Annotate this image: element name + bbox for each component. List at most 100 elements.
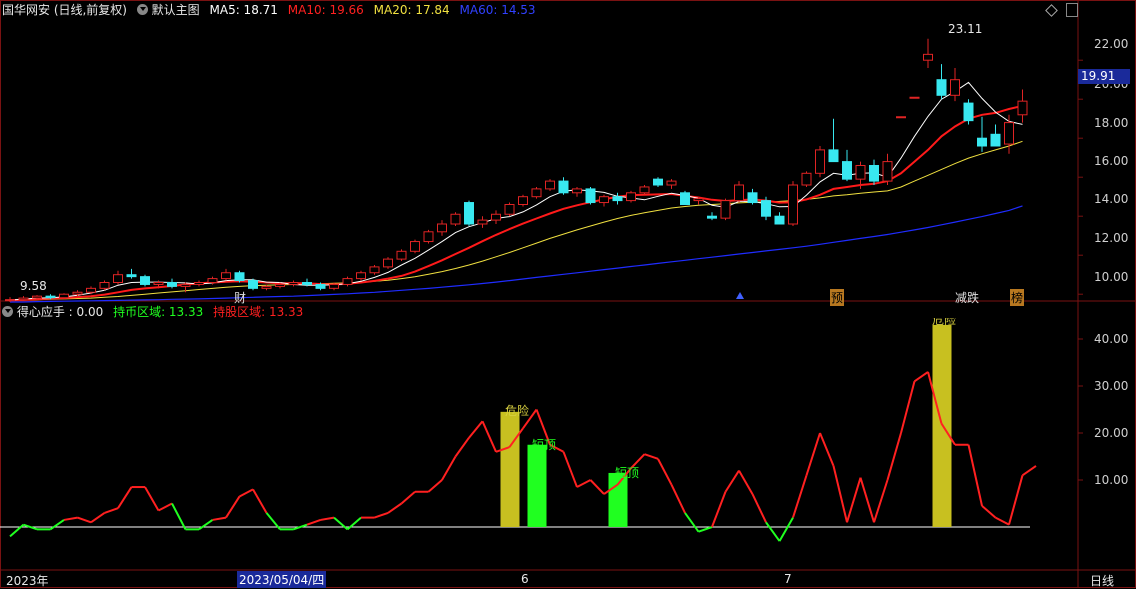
indicator-line-segment: [832, 465, 848, 523]
indicator-line-segment: [900, 381, 916, 434]
indicator-line-segment: [724, 470, 740, 493]
indicator-line-segment: [252, 488, 268, 514]
dropdown-icon[interactable]: [2, 306, 13, 317]
indicator-line-segment: [171, 503, 187, 530]
dropdown-icon[interactable]: [136, 4, 148, 15]
candle-body: [869, 165, 879, 182]
stock-title[interactable]: 国华网安 (日线,前复权): [2, 3, 127, 17]
candle-body: [504, 204, 515, 215]
low-price-marker: 9.58: [20, 279, 47, 293]
signal-label-short-top: 短顶: [532, 438, 557, 452]
candle-body: [977, 137, 987, 147]
indicator-line-segment: [644, 453, 659, 460]
event-up-arrow-icon[interactable]: [736, 292, 744, 299]
indicator-line-segment: [819, 432, 835, 467]
indicator-line-segment: [374, 511, 389, 519]
indicator-line-segment: [104, 507, 119, 514]
candle-body: [585, 188, 596, 204]
ma5-value: MA5: 18.71: [209, 3, 278, 17]
indicator-line-segment: [9, 523, 25, 538]
indicator-line-segment: [846, 477, 862, 523]
indicator-line-segment: [670, 484, 686, 514]
candle-body: [45, 295, 56, 299]
candle-body: [207, 278, 218, 284]
indicator-line-segment: [117, 486, 133, 509]
hold-stock-value: 持股区域: 13.33: [213, 305, 304, 319]
indicator-line-segment: [913, 371, 929, 383]
candle-body: [18, 297, 29, 301]
candle-body: [369, 266, 380, 274]
candle-body: [140, 276, 150, 285]
candle-body: [99, 282, 110, 289]
indicator-line-segment: [239, 488, 254, 498]
candle-body: [653, 178, 663, 186]
candle-body: [990, 133, 1001, 147]
hold-cash-value: 持币区域: 13.33: [113, 305, 204, 319]
candle-body: [923, 53, 933, 61]
indicator-line-segment: [306, 519, 321, 526]
candle-body: [288, 282, 299, 285]
price-tick: 12.00: [1094, 231, 1129, 245]
indicator-signal-bar: [527, 444, 547, 527]
event-badge-yu[interactable]: 预: [830, 289, 845, 306]
candle-body: [801, 172, 812, 186]
mode-label[interactable]: 默认主图: [152, 3, 200, 17]
indicator-title[interactable]: 得心应手 : 0.00: [17, 305, 103, 319]
candle-body: [707, 215, 717, 219]
candle-body: [842, 161, 852, 180]
candle-body: [72, 291, 83, 295]
candle-body: [450, 213, 461, 225]
indicator-line-segment: [77, 516, 92, 524]
period-tab[interactable]: 日线: [1090, 572, 1114, 589]
indicator-line-segment: [698, 526, 713, 533]
indicator-line-segment: [589, 479, 605, 495]
candle-body: [126, 274, 137, 278]
indicator-line-segment: [792, 474, 808, 518]
candle-body: [329, 283, 339, 289]
candle-body: [572, 188, 582, 194]
candle-body: [909, 96, 920, 99]
indicator-line-segment: [684, 512, 700, 533]
event-badge-jianchi[interactable]: 减跌: [955, 289, 979, 306]
indicator-line-segment: [967, 444, 983, 507]
indicator-line-segment: [765, 521, 781, 542]
indicator-line-segment: [320, 516, 335, 521]
candle-body: [261, 285, 272, 289]
ma5-line: [9, 81, 1023, 301]
indicator-line-segment: [1008, 475, 1024, 525]
candle-body: [221, 272, 231, 280]
candle-body: [693, 198, 704, 202]
indicator-line-segment: [468, 420, 484, 439]
signal-label-danger: 危险: [932, 318, 957, 327]
indicator-line-segment: [751, 493, 767, 523]
candle-body: [437, 223, 447, 233]
indicator-line-segment: [400, 490, 416, 505]
indicator-line-segment: [427, 479, 443, 493]
indicator-line-segment: [225, 495, 241, 519]
indicator-line-segment: [441, 456, 457, 481]
indicator-line-segment: [454, 437, 470, 458]
indicator-line-segment: [738, 470, 754, 495]
candle-body: [747, 192, 758, 204]
candle-body: [5, 299, 15, 302]
candle-body: [545, 180, 555, 190]
indicator-tick: 10.00: [1094, 473, 1129, 487]
candle-body: [194, 282, 204, 285]
indicator-line-segment: [576, 479, 591, 488]
candle-body: [680, 192, 690, 206]
candle-body: [275, 283, 285, 287]
candle-body: [896, 116, 906, 119]
candle-body: [86, 287, 96, 293]
event-badge-bang[interactable]: 榜: [1010, 289, 1025, 306]
candle-body: [950, 79, 960, 96]
candle-body: [828, 149, 839, 163]
scroll-up-icon[interactable]: [1066, 3, 1078, 17]
date-month-label: 6: [521, 572, 529, 586]
candle-body: [234, 272, 245, 282]
current-price-label: 19.91: [1078, 69, 1130, 84]
event-badge-cai[interactable]: 财: [234, 289, 246, 306]
signal-label-short-top: 短顶: [615, 466, 640, 480]
candle-body: [774, 215, 785, 225]
candle-body: [342, 278, 353, 285]
indicator-line-segment: [562, 451, 578, 488]
